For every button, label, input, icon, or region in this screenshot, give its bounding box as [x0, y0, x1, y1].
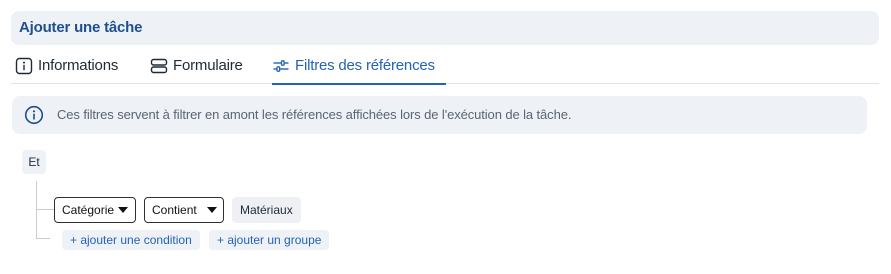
tree-connector-line — [36, 181, 37, 239]
tab-label: Informations — [38, 57, 119, 74]
tab-informations[interactable]: Informations — [15, 55, 118, 84]
info-icon — [24, 105, 44, 125]
caret-down-icon — [118, 207, 129, 213]
tab-bar: Informations Formulaire Filtres des réfé… — [11, 55, 879, 85]
field-select-value: Catégorie — [62, 203, 115, 217]
form-rows-icon — [150, 57, 168, 75]
info-text: Ces filtres servent à filtrer en amont l… — [57, 107, 572, 122]
operator-select[interactable]: Contient — [144, 197, 224, 223]
logic-operator-badge[interactable]: Et — [22, 150, 46, 174]
condition-value-chip[interactable]: Matériaux — [232, 197, 301, 223]
tab-label: Filtres des références — [295, 57, 435, 74]
field-select[interactable]: Catégorie — [54, 197, 136, 223]
sliders-icon — [272, 57, 290, 75]
page-title: Ajouter une tâche — [19, 19, 143, 36]
add-condition-button[interactable]: + ajouter une condition — [62, 230, 200, 250]
operator-select-value: Contient — [152, 203, 197, 217]
info-banner: Ces filtres servent à filtrer en amont l… — [12, 96, 867, 134]
tab-filtres-des-references[interactable]: Filtres des références — [272, 55, 446, 85]
page-header: Ajouter une tâche — [11, 11, 879, 45]
tab-formulaire[interactable]: Formulaire — [150, 55, 243, 84]
tab-label: Formulaire — [173, 57, 243, 74]
info-icon — [15, 57, 33, 75]
add-group-button[interactable]: + ajouter un groupe — [209, 230, 330, 250]
caret-down-icon — [207, 207, 217, 213]
tree-branch-actions — [36, 238, 50, 239]
tree-branch-condition — [36, 209, 54, 210]
